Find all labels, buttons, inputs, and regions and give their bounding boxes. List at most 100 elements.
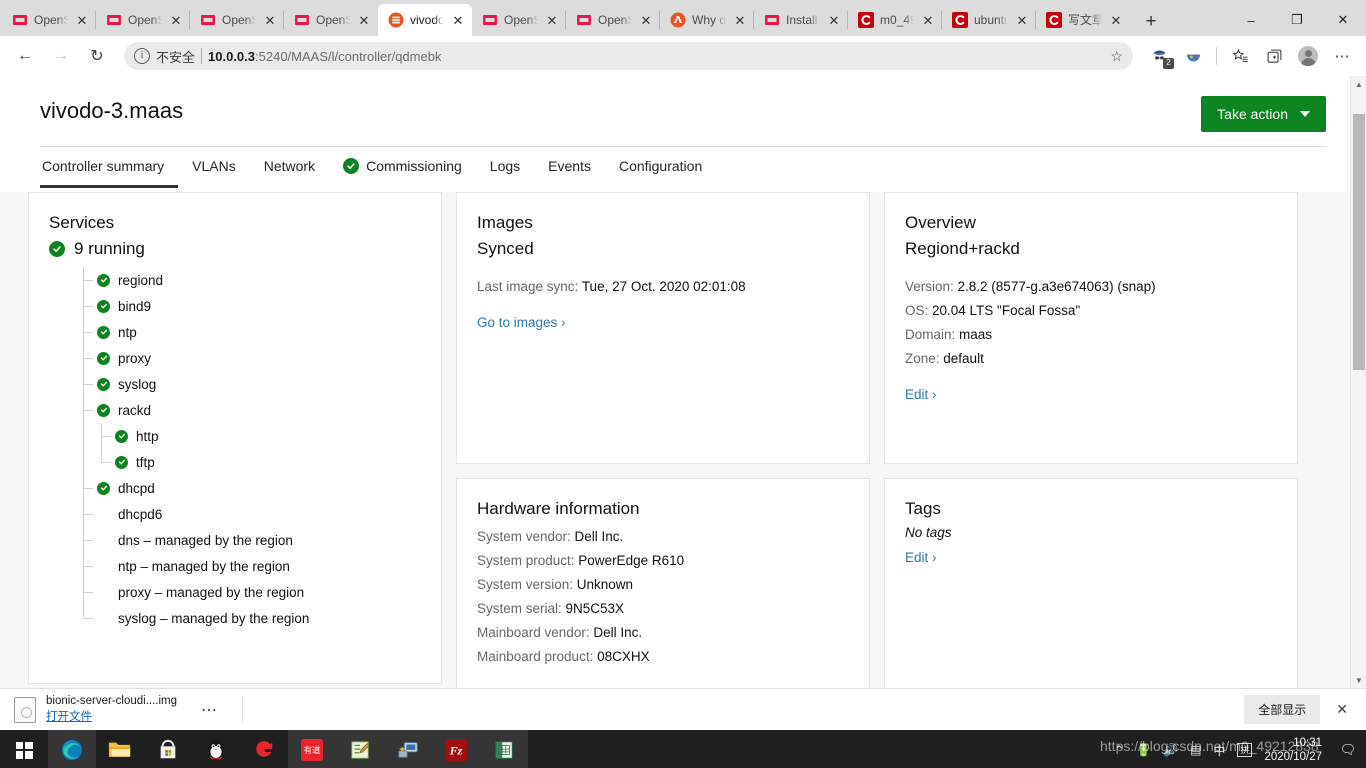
tab-close-icon[interactable]: ✕	[74, 12, 90, 28]
taskbar-app-360-browser[interactable]	[240, 730, 288, 768]
service-label: syslog	[118, 376, 157, 392]
browser-tab-active[interactable]: vivodo-3.maas ✕	[378, 4, 472, 36]
back-button[interactable]: ←	[8, 41, 42, 71]
collections-icon[interactable]: 2	[1143, 41, 1175, 71]
tags-edit-link[interactable]: Edit ›	[905, 550, 937, 565]
hw-value: PowerEdge R610	[578, 553, 685, 568]
tab-title: OpenStack	[504, 13, 538, 27]
browser-tab[interactable]: OpenStack ✕	[95, 4, 190, 36]
scroll-up-icon[interactable]: ▲	[1351, 76, 1366, 92]
tab-close-icon[interactable]: ✕	[920, 12, 936, 28]
taskbar-app-qq[interactable]	[192, 730, 240, 768]
tab-title: OpenStack	[222, 13, 256, 27]
hw-value: Dell Inc.	[574, 529, 624, 544]
start-button[interactable]	[0, 730, 48, 768]
tab-close-icon[interactable]: ✕	[638, 12, 654, 28]
ime-mode-indicator[interactable]: 拼	[1237, 743, 1253, 757]
taskbar-app-edge[interactable]	[48, 730, 96, 768]
taskbar-app-notepad[interactable]	[336, 730, 384, 768]
show-hidden-icons-chevron[interactable]: ⌃	[1114, 743, 1124, 757]
volume-icon[interactable]: 🔊	[1163, 743, 1178, 757]
maas-page: vivodo-3.maas Take action Controller sum…	[0, 76, 1350, 688]
site-info-icon[interactable]: i	[134, 48, 150, 64]
window-maximize-button[interactable]: ❐	[1274, 4, 1320, 36]
service-item-dhcpd: dhcpd	[83, 475, 421, 501]
battery-icon[interactable]: 🔋	[1136, 743, 1151, 757]
browser-tab[interactable]: OpenStack ✕	[565, 4, 660, 36]
browser-tab[interactable]: ubuntu ✕	[941, 4, 1036, 36]
browser-tab[interactable]: OpenStack ✕	[283, 4, 378, 36]
taskbar-app-excel[interactable]	[480, 730, 528, 768]
tab-close-icon[interactable]: ✕	[262, 12, 278, 28]
profile-avatar[interactable]	[1292, 41, 1324, 71]
hw-key: System vendor:	[477, 529, 575, 544]
qq-penguin-icon	[208, 739, 224, 759]
tab-close-icon[interactable]: ✕	[450, 12, 466, 28]
notification-center-icon[interactable]: 🗨	[1338, 740, 1358, 760]
tab-network[interactable]: Network	[250, 147, 329, 188]
overview-row: Version: 2.8.2 (8577-g.a3e674063) (snap)	[905, 275, 1277, 299]
forward-button[interactable]: →	[44, 41, 78, 71]
browser-tab[interactable]: OpenStack ✕	[472, 4, 566, 36]
tab-vlans[interactable]: VLANs	[178, 147, 250, 188]
download-more-icon[interactable]: ⋯	[201, 700, 218, 720]
close-download-bar-icon[interactable]: ✕	[1330, 701, 1354, 718]
hw-key: System serial:	[477, 601, 566, 616]
window-minimize-button[interactable]: –	[1228, 4, 1274, 36]
take-action-button[interactable]: Take action	[1201, 96, 1326, 132]
new-tab-button[interactable]: +	[1136, 8, 1166, 36]
overview-title: Overview	[905, 213, 976, 232]
browser-tab[interactable]: Why does ✕	[659, 4, 754, 36]
tab-configuration[interactable]: Configuration	[605, 147, 716, 188]
tab-close-icon[interactable]: ✕	[168, 12, 184, 28]
scrollbar-thumb[interactable]	[1353, 114, 1365, 370]
tab-close-icon[interactable]: ✕	[732, 12, 748, 28]
take-action-label: Take action	[1217, 106, 1288, 122]
download-file-name: bionic-server-cloudi....img	[46, 695, 178, 707]
shopping-icon[interactable]	[1177, 41, 1209, 71]
bookmark-star-icon[interactable]: ☆	[1102, 48, 1123, 65]
scroll-down-icon[interactable]: ▼	[1351, 672, 1366, 688]
tab-close-icon[interactable]: ✕	[1108, 12, 1124, 28]
browser-chrome: OpenStack ✕ OpenStack ✕ OpenStack ✕ Open…	[0, 0, 1366, 76]
url-host: 10.0.0.3	[208, 48, 256, 64]
taskbar-app-youdao-dict[interactable]: 有道	[288, 730, 336, 768]
window-close-button[interactable]: ✕	[1320, 4, 1366, 36]
show-all-downloads-button[interactable]: 全部显示	[1244, 695, 1321, 724]
tab-collections-icon[interactable]	[1258, 41, 1290, 71]
openstack-icon	[483, 15, 497, 25]
overview-edit-link[interactable]: Edit ›	[905, 387, 937, 402]
download-bar-actions: 全部显示 ✕	[1244, 695, 1354, 724]
browser-tab[interactable]: 写文章 ✕	[1035, 4, 1130, 36]
taskbar-clock[interactable]: 10:31 2020/10/27	[1264, 736, 1326, 764]
taskbar-app-filezilla[interactable]: Fz	[432, 730, 480, 768]
taskbar-app-file-explorer[interactable]	[96, 730, 144, 768]
favorites-icon[interactable]	[1224, 41, 1256, 71]
address-bar[interactable]: i 不安全 10.0.0.3:5240/MAAS/l/controller/qd…	[124, 42, 1133, 70]
browser-more-menu[interactable]: ⋯	[1326, 41, 1358, 71]
browser-tab[interactable]: m0_49 ✕	[847, 4, 942, 36]
browser-tab[interactable]: OpenStack ✕	[189, 4, 284, 36]
ime-language-indicator[interactable]: 中	[1213, 742, 1225, 759]
tab-close-icon[interactable]: ✕	[826, 12, 842, 28]
browser-tab[interactable]: Install ✕	[753, 4, 848, 36]
tab-controller-summary[interactable]: Controller summary	[40, 147, 179, 188]
browser-tab[interactable]: OpenStack ✕	[2, 4, 96, 36]
network-icon[interactable]: ▤	[1190, 743, 1201, 757]
page-scrollbar[interactable]: ▲ ▼	[1350, 76, 1366, 688]
tab-close-icon[interactable]: ✕	[356, 12, 372, 28]
service-label: dhcpd6	[118, 506, 163, 522]
tab-commissioning[interactable]: Commissioning	[329, 147, 476, 188]
go-to-images-link[interactable]: Go to images ›	[477, 315, 566, 330]
service-label: dns – managed by the region	[118, 532, 293, 548]
tab-close-icon[interactable]: ✕	[1014, 12, 1030, 28]
open-file-link[interactable]: 打开文件	[46, 710, 177, 725]
windows-taskbar: 有道 Fz ⌃ 🔋 🔊 ▤ 中 拼 10:31 2020/10/27 🗨	[0, 730, 1366, 768]
taskbar-app-remote-desktop[interactable]	[384, 730, 432, 768]
tab-close-icon[interactable]: ✕	[544, 12, 560, 28]
service-item-regiond: regiond	[83, 267, 421, 293]
reload-button[interactable]: ↻	[80, 41, 114, 71]
taskbar-app-microsoft-store[interactable]	[144, 730, 192, 768]
tab-events[interactable]: Events	[534, 147, 605, 188]
tab-logs[interactable]: Logs	[476, 147, 534, 188]
